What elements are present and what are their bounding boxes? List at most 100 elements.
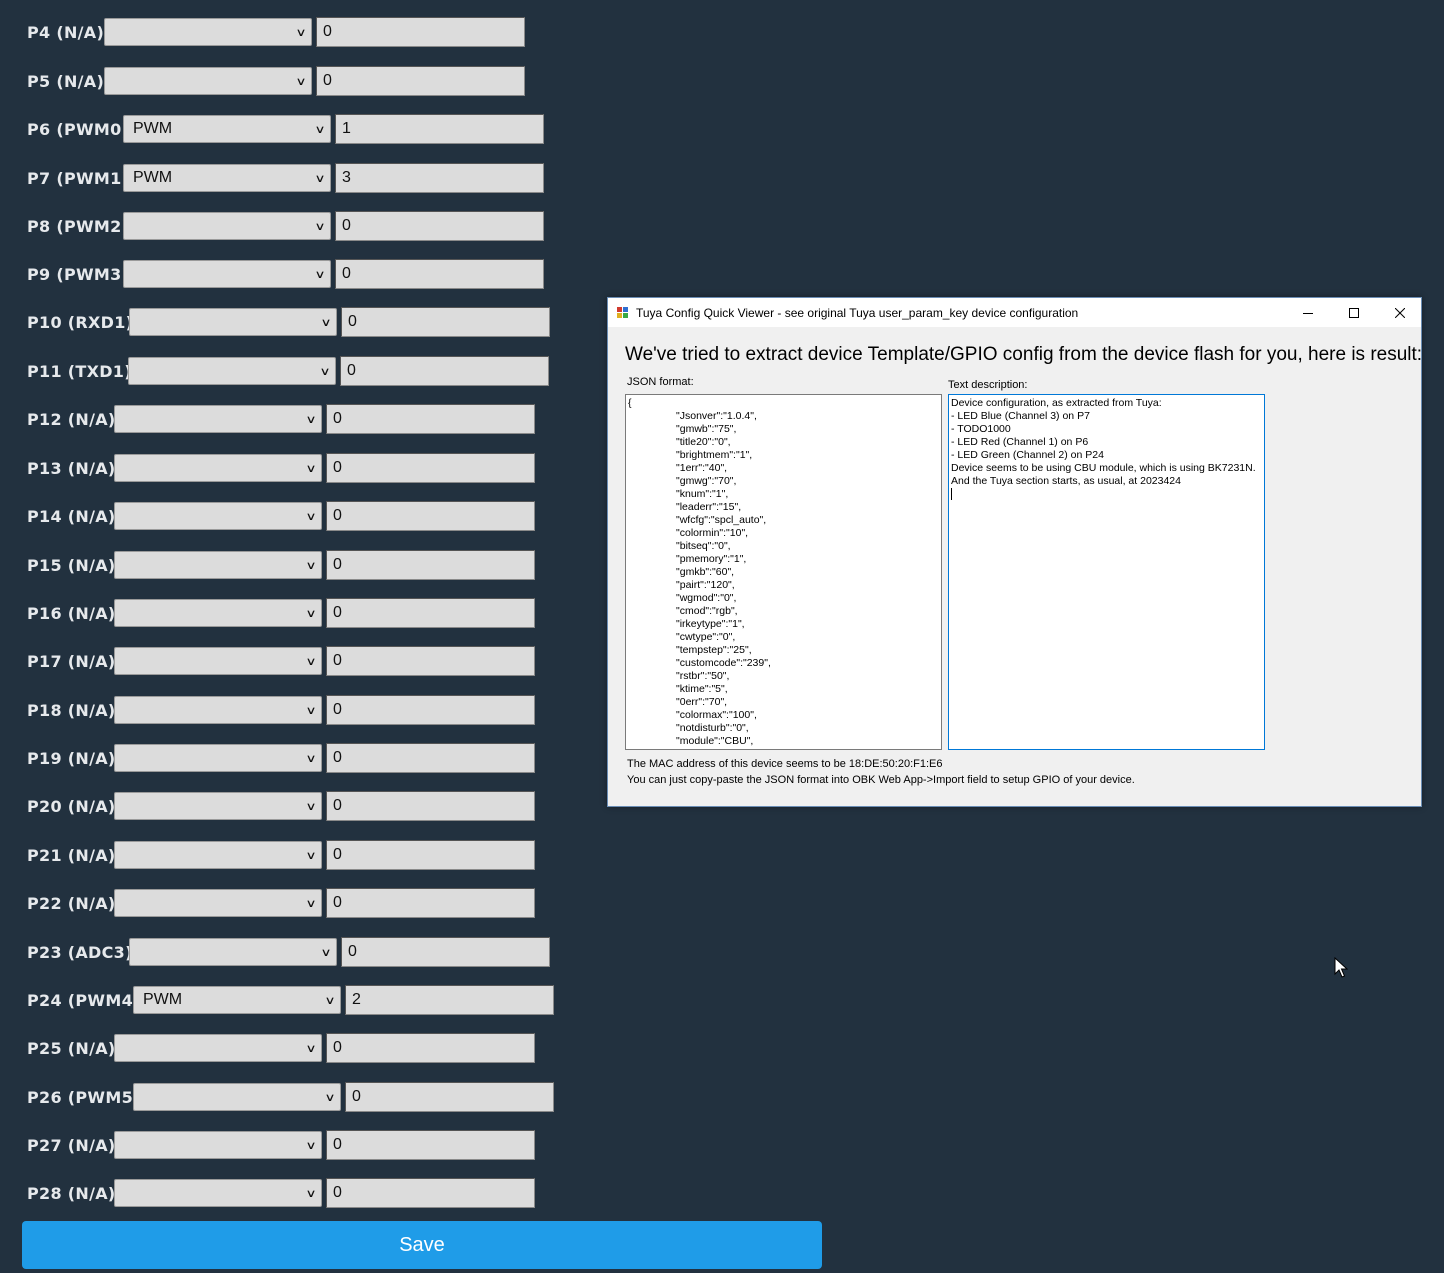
pin-role-select[interactable]: ∨ bbox=[114, 647, 322, 675]
pin-channel-input[interactable] bbox=[326, 501, 535, 531]
pin-label: P11 (TXD1) bbox=[27, 361, 132, 381]
json-line: "title20":"0", bbox=[676, 436, 731, 448]
pin-label: P22 (N/A) bbox=[27, 893, 116, 913]
pin-role-select[interactable]: ∨ bbox=[104, 67, 312, 95]
pin-role-select[interactable]: ∨ bbox=[129, 938, 337, 966]
pin-channel-input[interactable] bbox=[326, 840, 535, 870]
pin-row: P12 (N/A) ∨ bbox=[27, 404, 535, 434]
pin-row: P19 (N/A) ∨ bbox=[27, 743, 535, 773]
pin-channel-input[interactable] bbox=[326, 888, 535, 918]
pin-role-select[interactable]: ∨ bbox=[114, 696, 322, 724]
pin-role-select[interactable]: ∨ bbox=[114, 599, 322, 627]
pin-channel-input[interactable] bbox=[335, 259, 544, 289]
pin-role-select[interactable]: ∨ bbox=[114, 405, 322, 433]
pin-role-select[interactable]: PWM ∨ bbox=[123, 115, 331, 143]
json-line: "Jsonver":"1.0.4", bbox=[676, 410, 757, 422]
json-line: "irkeytype":"1", bbox=[676, 618, 745, 630]
pin-role-select[interactable]: ∨ bbox=[129, 308, 337, 336]
pin-row: P22 (N/A) ∨ bbox=[27, 888, 535, 918]
chevron-down-icon: ∨ bbox=[305, 800, 317, 813]
pin-label: P21 (N/A) bbox=[27, 845, 116, 865]
pin-row: P10 (RXD1) ∨ bbox=[27, 307, 550, 337]
pin-channel-input[interactable] bbox=[335, 114, 544, 144]
pin-role-select[interactable]: ∨ bbox=[114, 792, 322, 820]
chevron-down-icon: ∨ bbox=[305, 1042, 317, 1055]
pin-channel-input[interactable] bbox=[326, 1130, 535, 1160]
pin-channel-input[interactable] bbox=[316, 66, 525, 96]
pin-role-select[interactable]: ∨ bbox=[114, 502, 322, 530]
pin-channel-input[interactable] bbox=[335, 163, 544, 193]
pin-channel-input[interactable] bbox=[326, 791, 535, 821]
pin-label: P6 (PWM0) bbox=[27, 119, 130, 139]
pin-role-select[interactable]: ∨ bbox=[133, 1083, 341, 1111]
save-button[interactable]: Save bbox=[22, 1221, 822, 1269]
pin-role-select[interactable]: ∨ bbox=[104, 18, 312, 46]
pin-role-select[interactable]: PWM ∨ bbox=[133, 986, 341, 1014]
json-line: "tempstep":"25", bbox=[676, 644, 752, 656]
pin-label: P28 (N/A) bbox=[27, 1183, 116, 1203]
pin-row: P8 (PWM2) ∨ bbox=[27, 211, 544, 241]
json-line: "leaderr":"15", bbox=[676, 501, 742, 513]
pin-role-select[interactable]: ∨ bbox=[123, 260, 331, 288]
json-line: "pmemory":"1", bbox=[676, 553, 747, 565]
json-line: "gmkb":"60", bbox=[676, 566, 735, 578]
pin-role-select[interactable]: ∨ bbox=[114, 889, 322, 917]
pin-channel-input[interactable] bbox=[326, 743, 535, 773]
pin-row: P20 (N/A) ∨ bbox=[27, 791, 535, 821]
description-line: Device configuration, as extracted from … bbox=[951, 397, 1162, 409]
pin-role-select[interactable]: ∨ bbox=[114, 1179, 322, 1207]
pin-row: P26 (PWM5) ∨ bbox=[27, 1082, 554, 1112]
pin-row: P21 (N/A) ∨ bbox=[27, 840, 535, 870]
maximize-icon[interactable] bbox=[1331, 298, 1377, 327]
pin-row: P15 (N/A) ∨ bbox=[27, 550, 535, 580]
close-icon[interactable] bbox=[1377, 298, 1423, 327]
json-line: "colormin":"10", bbox=[676, 527, 749, 539]
pin-role-select[interactable]: ∨ bbox=[114, 841, 322, 869]
pin-channel-input[interactable] bbox=[326, 550, 535, 580]
chevron-down-icon: ∨ bbox=[314, 220, 326, 233]
json-line: "gmwg":"70", bbox=[676, 475, 737, 487]
pin-channel-input[interactable] bbox=[326, 646, 535, 676]
pin-channel-input[interactable] bbox=[326, 1178, 535, 1208]
minimize-icon[interactable] bbox=[1285, 298, 1331, 327]
chevron-down-icon: ∨ bbox=[319, 365, 331, 378]
dialog-title: Tuya Config Quick Viewer - see original … bbox=[636, 305, 1079, 320]
pin-role-select[interactable]: PWM ∨ bbox=[123, 164, 331, 192]
pin-channel-input[interactable] bbox=[341, 937, 550, 967]
pin-channel-input[interactable] bbox=[335, 211, 544, 241]
json-line: "ktime":"5", bbox=[676, 683, 728, 695]
dialog-titlebar[interactable]: Tuya Config Quick Viewer - see original … bbox=[608, 298, 1421, 327]
pin-row: P24 (PWM4) PWM ∨ bbox=[27, 985, 554, 1015]
json-line: "customcode":"239", bbox=[676, 657, 771, 669]
text-description-textarea[interactable]: Device configuration, as extracted from … bbox=[948, 394, 1265, 750]
pin-channel-input[interactable] bbox=[316, 17, 525, 47]
json-textarea[interactable]: {"Jsonver":"1.0.4", "gmwb":"75", "title20"… bbox=[625, 394, 942, 750]
text-caret bbox=[951, 488, 952, 500]
description-line: - LED Red (Channel 1) on P6 bbox=[951, 436, 1089, 448]
pin-channel-input[interactable] bbox=[326, 1033, 535, 1063]
pin-channel-input[interactable] bbox=[345, 985, 554, 1015]
pin-row: P11 (TXD1) ∨ bbox=[27, 356, 549, 386]
pin-channel-input[interactable] bbox=[340, 356, 549, 386]
pin-label: P8 (PWM2) bbox=[27, 216, 130, 236]
pin-role-select[interactable]: ∨ bbox=[114, 551, 322, 579]
pin-channel-input[interactable] bbox=[326, 453, 535, 483]
pin-row: P18 (N/A) ∨ bbox=[27, 695, 535, 725]
pin-channel-input[interactable] bbox=[326, 404, 535, 434]
pin-role-select[interactable]: ∨ bbox=[114, 1034, 322, 1062]
app-icon bbox=[617, 306, 630, 319]
pin-role-select[interactable]: ∨ bbox=[114, 744, 322, 772]
pin-channel-input[interactable] bbox=[341, 307, 550, 337]
chevron-down-icon: ∨ bbox=[305, 897, 317, 910]
pin-channel-input[interactable] bbox=[345, 1082, 554, 1112]
pin-role-value: PWM bbox=[143, 991, 183, 1008]
pin-channel-input[interactable] bbox=[326, 598, 535, 628]
pin-role-select[interactable]: ∨ bbox=[128, 357, 336, 385]
json-line: "wfcfg":"spcl_auto", bbox=[676, 514, 767, 526]
pin-channel-input[interactable] bbox=[326, 695, 535, 725]
pin-role-select[interactable]: ∨ bbox=[114, 454, 322, 482]
pin-label: P14 (N/A) bbox=[27, 506, 116, 526]
pin-role-select[interactable]: ∨ bbox=[123, 212, 331, 240]
chevron-down-icon: ∨ bbox=[314, 123, 326, 136]
pin-role-select[interactable]: ∨ bbox=[114, 1131, 322, 1159]
